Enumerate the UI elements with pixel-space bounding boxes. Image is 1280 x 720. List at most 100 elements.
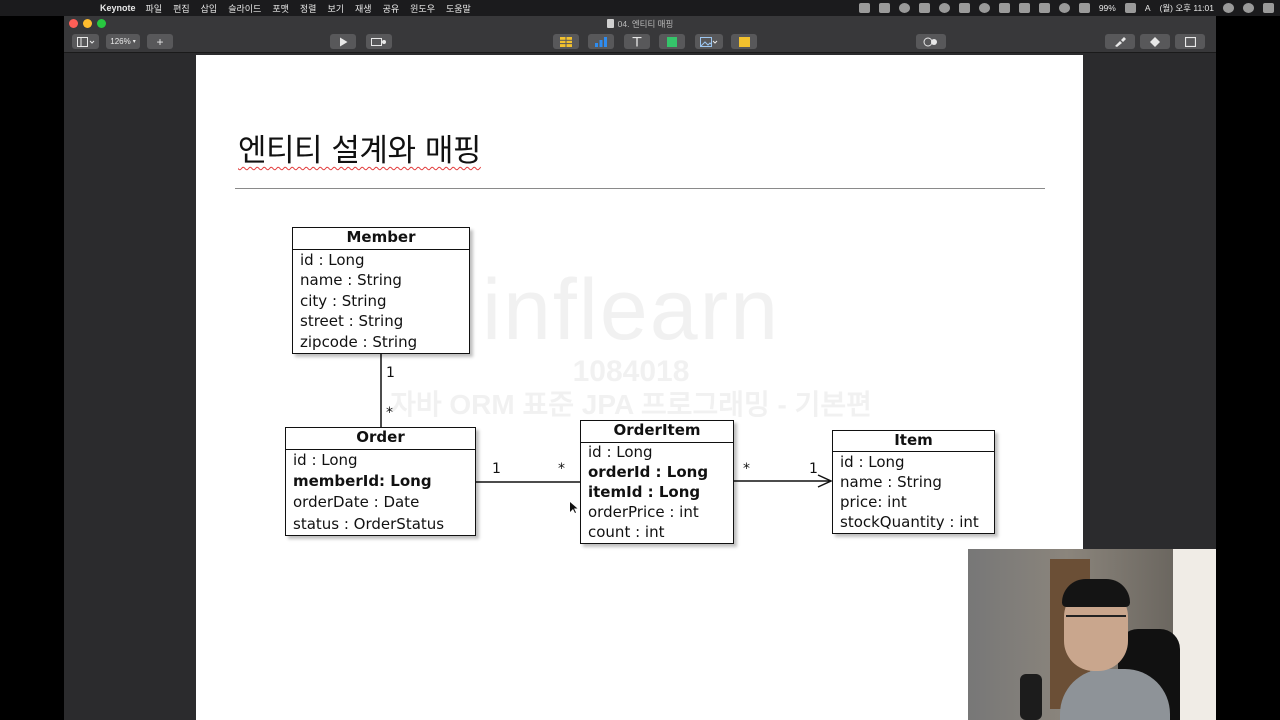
wifi-icon[interactable] bbox=[1058, 3, 1070, 13]
multiplicity-label: * bbox=[386, 405, 393, 421]
mouse-cursor-icon bbox=[570, 502, 578, 513]
multiplicity-label: * bbox=[743, 461, 750, 477]
multiplicity-label: 1 bbox=[809, 461, 818, 477]
chart-button[interactable] bbox=[588, 34, 614, 49]
shape-button[interactable] bbox=[659, 34, 685, 49]
attribute: status : OrderStatus bbox=[293, 515, 445, 533]
shape-icon bbox=[667, 36, 677, 47]
attribute: itemId : Long bbox=[588, 483, 701, 501]
attribute: id : Long bbox=[300, 251, 365, 269]
multiplicity-label: 1 bbox=[386, 365, 395, 381]
menu-file[interactable]: 파일 bbox=[146, 2, 163, 15]
class-name: Member bbox=[293, 228, 469, 250]
uml-class-item[interactable]: Item id : Long name : String price: int … bbox=[832, 430, 995, 534]
attribute: zipcode : String bbox=[300, 333, 418, 351]
menu-format[interactable]: 포맷 bbox=[272, 2, 289, 15]
attribute: name : String bbox=[840, 473, 942, 491]
app-menu-keynote[interactable]: Keynote bbox=[100, 3, 136, 13]
menu-edit[interactable]: 편집 bbox=[173, 2, 190, 15]
notes-icon[interactable] bbox=[858, 3, 870, 13]
battery-icon[interactable] bbox=[1124, 3, 1136, 13]
attribute: orderPrice : int bbox=[588, 503, 699, 521]
table-button[interactable] bbox=[553, 34, 579, 49]
uml-class-orderitem[interactable]: OrderItem id : Long orderId : Long itemI… bbox=[580, 420, 734, 544]
info-icon[interactable] bbox=[938, 3, 950, 13]
attribute: id : Long bbox=[293, 451, 358, 469]
minimize-window-button[interactable] bbox=[83, 19, 92, 28]
volume-icon[interactable] bbox=[1078, 3, 1090, 13]
comment-icon bbox=[738, 36, 750, 47]
menu-help[interactable]: 도움말 bbox=[446, 2, 471, 15]
format-button[interactable] bbox=[1105, 34, 1135, 49]
animate-button[interactable] bbox=[1140, 34, 1170, 49]
class-name: Order bbox=[286, 428, 475, 450]
live-video-button[interactable] bbox=[366, 34, 392, 49]
attribute: stockQuantity : int bbox=[840, 513, 979, 531]
menu-insert[interactable]: 삽입 bbox=[201, 2, 218, 15]
uml-class-member[interactable]: Member id : Long name : String city : St… bbox=[292, 227, 470, 354]
menu-arrange[interactable]: 정렬 bbox=[300, 2, 317, 15]
close-window-button[interactable] bbox=[69, 19, 78, 28]
document-title: 04. 엔티티 매핑 bbox=[606, 18, 674, 30]
shield-icon[interactable] bbox=[958, 3, 970, 13]
class-name: OrderItem bbox=[581, 421, 733, 443]
bluetooth-icon[interactable] bbox=[1038, 3, 1050, 13]
uml-connectors bbox=[380, 354, 833, 488]
media-button[interactable] bbox=[695, 34, 723, 49]
play-icon bbox=[339, 37, 347, 46]
view-menu-button[interactable] bbox=[72, 34, 99, 49]
attribute: orderDate : Date bbox=[293, 493, 420, 511]
plus-icon: + bbox=[156, 34, 164, 49]
attribute: count : int bbox=[588, 523, 665, 541]
cloud-icon[interactable] bbox=[978, 3, 990, 13]
presenter-webcam bbox=[968, 549, 1216, 720]
menu-view[interactable]: 보기 bbox=[327, 2, 344, 15]
document-button[interactable] bbox=[1175, 34, 1205, 49]
grid-icon[interactable] bbox=[998, 3, 1010, 13]
play-button[interactable] bbox=[330, 34, 356, 49]
attribute: name : String bbox=[300, 271, 402, 289]
multiplicity-label: * bbox=[558, 461, 565, 477]
attribute: id : Long bbox=[588, 443, 653, 461]
diamond-icon bbox=[1150, 36, 1160, 47]
class-name: Item bbox=[833, 431, 994, 452]
multiplicity-label: 1 bbox=[492, 461, 501, 477]
attribute: city : String bbox=[300, 292, 387, 310]
notification-center-icon[interactable] bbox=[1263, 3, 1274, 13]
add-slide-button[interactable]: + bbox=[147, 34, 173, 49]
battery-percent[interactable]: 99% bbox=[1099, 3, 1116, 13]
table-icon bbox=[560, 36, 572, 47]
menu-play[interactable]: 재생 bbox=[355, 2, 372, 15]
attribute: street : String bbox=[300, 312, 404, 330]
document-title-text: 04. 엔티티 매핑 bbox=[617, 18, 674, 29]
text-icon bbox=[632, 36, 642, 46]
zoom-select[interactable]: 126% ▾ bbox=[106, 34, 140, 49]
spotlight-search-icon[interactable] bbox=[1223, 3, 1234, 13]
comment-button[interactable] bbox=[731, 34, 757, 49]
menu-window[interactable]: 윈도우 bbox=[410, 2, 435, 15]
keyboard-icon[interactable] bbox=[918, 3, 930, 13]
user-avatar-icon[interactable] bbox=[1243, 3, 1254, 13]
attribute: orderId : Long bbox=[588, 463, 709, 481]
uml-class-order[interactable]: Order id : Long memberId: Long orderDate… bbox=[285, 427, 476, 536]
collaborate-button[interactable] bbox=[916, 34, 946, 49]
attribute: price: int bbox=[840, 493, 907, 511]
slide[interactable]: 엔티티 설계와 매핑 inflearn 1084018 자바 ORM 표준 JP… bbox=[196, 55, 1083, 720]
presenter-hair bbox=[1062, 579, 1130, 607]
menu-slide[interactable]: 슬라이드 bbox=[228, 2, 261, 15]
lock-icon[interactable] bbox=[1018, 3, 1030, 13]
chart-icon bbox=[595, 36, 607, 47]
menubar-clock[interactable]: (월) 오후 11:01 bbox=[1160, 2, 1215, 14]
sync-icon[interactable] bbox=[898, 3, 910, 13]
zoom-window-button[interactable] bbox=[97, 19, 106, 28]
screen-icon bbox=[371, 37, 386, 46]
menu-share[interactable]: 공유 bbox=[383, 2, 400, 15]
presenter-glasses bbox=[1066, 615, 1126, 629]
sidebar-view-icon bbox=[76, 36, 94, 47]
screen-record-icon[interactable] bbox=[878, 3, 890, 13]
text-button[interactable] bbox=[624, 34, 650, 49]
input-source[interactable]: A bbox=[1145, 3, 1151, 13]
keynote-toolbar: 126% ▾ + bbox=[64, 31, 1216, 53]
document-panel-icon bbox=[1184, 36, 1196, 47]
microphone bbox=[1020, 674, 1042, 720]
